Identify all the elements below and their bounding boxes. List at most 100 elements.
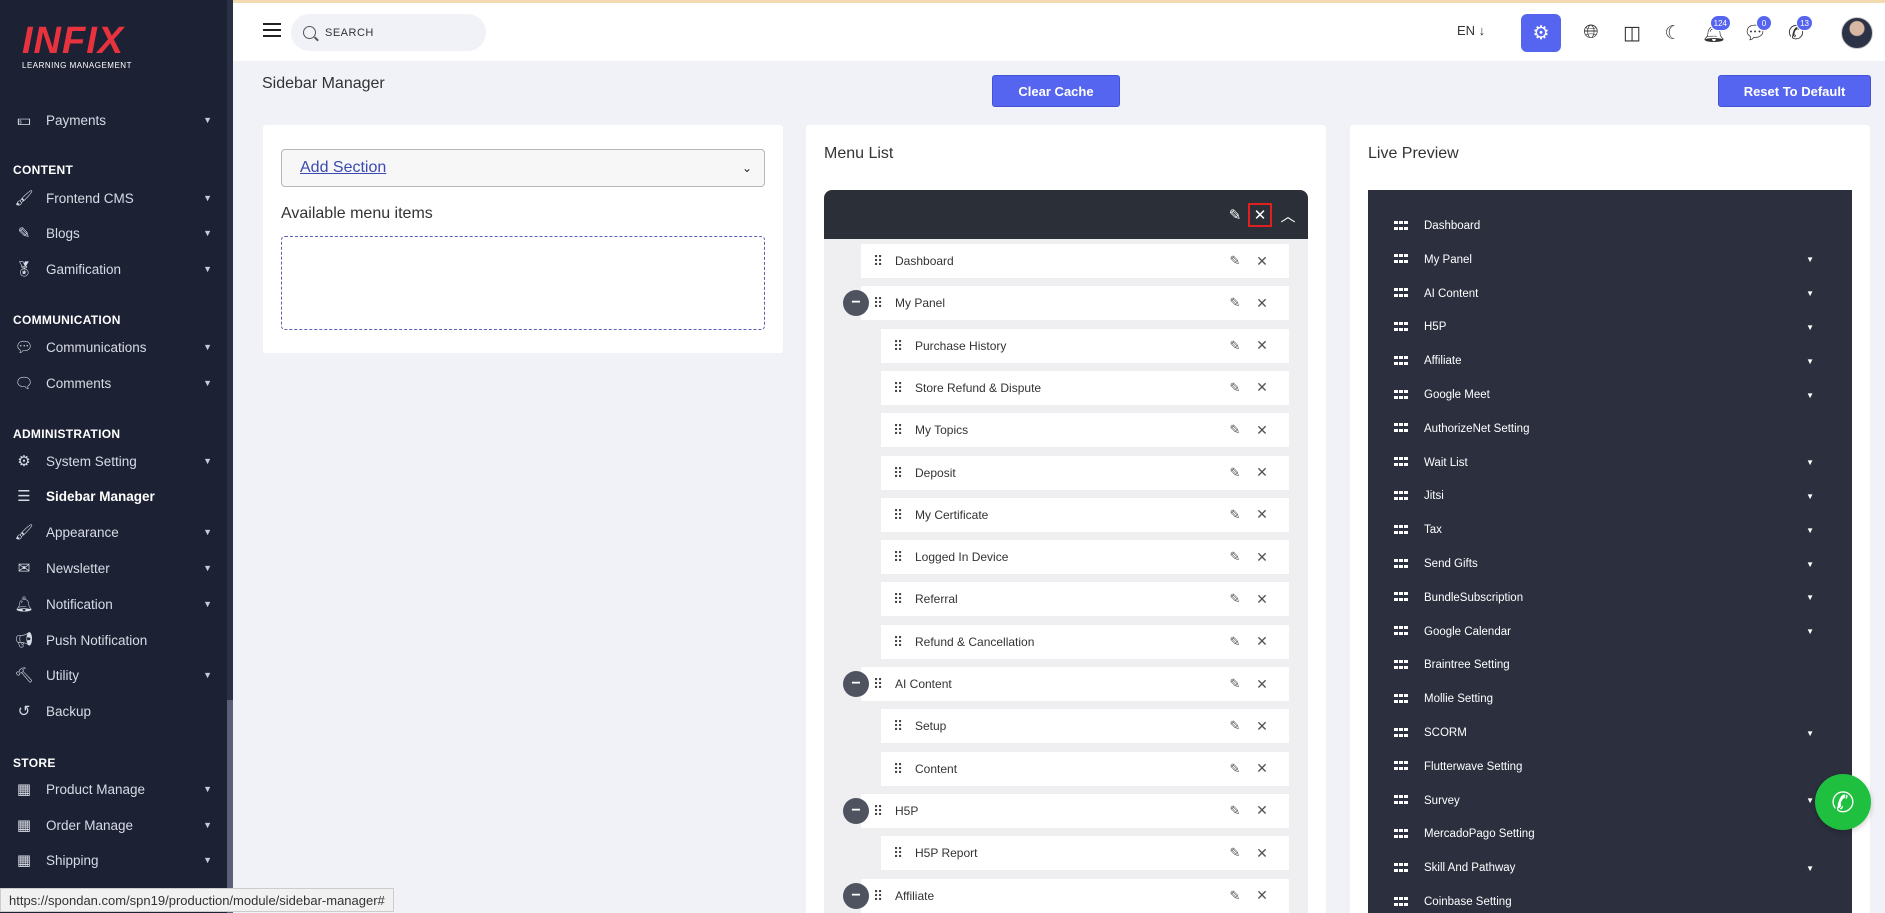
edit-icon[interactable]: ✎ (1225, 422, 1245, 438)
preview-menu-item[interactable]: Survey ▼ (1368, 787, 1852, 815)
menu-list-row[interactable]: ⠿ My Topics ✎ ✕ (880, 412, 1290, 449)
delete-icon[interactable]: ✕ (1253, 887, 1271, 904)
preview-menu-item[interactable]: BundleSubscription ▼ (1368, 584, 1852, 612)
layout-icon[interactable]: ◫ (1612, 14, 1652, 52)
available-menu-dropzone[interactable] (281, 236, 765, 330)
menu-list-row[interactable]: ⠿ AI Content ✎ ✕ (860, 666, 1290, 702)
drag-handle-icon[interactable]: ⠿ (893, 339, 905, 353)
clear-cache-button[interactable]: Clear Cache (992, 75, 1120, 107)
sidebar-item[interactable]: 🔔︎ Notification ▼ (0, 588, 227, 620)
whatsapp-chat-button[interactable]: ✆ (1815, 774, 1871, 830)
preview-menu-item[interactable]: Coinbase Setting (1368, 888, 1852, 913)
reset-default-button[interactable]: Reset To Default (1718, 75, 1871, 107)
preview-menu-item[interactable]: H5P ▼ (1368, 313, 1852, 341)
menu-list-row[interactable]: ⠿ Deposit ✎ ✕ (880, 454, 1290, 491)
drag-handle-icon[interactable]: ⠿ (873, 889, 885, 903)
drag-handle-icon[interactable]: ⠿ (893, 550, 905, 564)
edit-icon[interactable]: ✎ (1225, 888, 1245, 904)
preview-menu-item[interactable]: AuthorizeNet Setting (1368, 415, 1852, 443)
edit-icon[interactable]: ✎ (1225, 676, 1245, 692)
delete-icon[interactable]: ✕ (1253, 422, 1271, 439)
caret-down-icon[interactable]: ▼ (203, 193, 212, 203)
caret-down-icon[interactable]: ▼ (1806, 864, 1814, 873)
caret-down-icon[interactable]: ▼ (1806, 729, 1814, 738)
menu-list-row[interactable]: ⠿ Content ✎ ✕ (880, 750, 1290, 787)
preview-menu-item[interactable]: Dashboard (1368, 212, 1852, 240)
caret-down-icon[interactable]: ▼ (1806, 627, 1814, 636)
sidebar-item[interactable]: 💵︎ Payments ▼ (0, 104, 227, 136)
drag-handle-icon[interactable]: ⠿ (893, 381, 905, 395)
drag-handle-icon[interactable]: ⠿ (893, 466, 905, 480)
caret-down-icon[interactable]: ▼ (203, 599, 212, 609)
preview-menu-item[interactable]: MercadoPago Setting (1368, 820, 1852, 848)
preview-menu-item[interactable]: My Panel ▼ (1368, 246, 1852, 274)
sidebar-item[interactable]: 🗨︎ Comments ▼ (0, 367, 227, 399)
edit-icon[interactable]: ✎ (1225, 253, 1245, 269)
sidebar-scrollbar[interactable] (227, 0, 233, 913)
add-section-select[interactable]: Add Section ⌄ (281, 149, 765, 187)
preview-menu-item[interactable]: Wait List ▼ (1368, 449, 1852, 477)
menu-list-row[interactable]: ⠿ H5P Report ✎ ✕ (880, 835, 1290, 872)
delete-icon[interactable]: ✕ (1253, 676, 1271, 693)
sidebar-scroll-thumb[interactable] (227, 700, 233, 913)
drag-handle-icon[interactable]: ⠿ (873, 804, 885, 818)
preview-menu-item[interactable]: Flutterwave Setting (1368, 753, 1852, 781)
caret-down-icon[interactable]: ▼ (203, 670, 212, 680)
sidebar-item[interactable]: 🏅︎ Gamification ▼ (0, 253, 227, 285)
edit-icon[interactable]: ✎ (1225, 591, 1245, 607)
delete-icon[interactable]: ✕ (1253, 295, 1271, 312)
menu-list-row[interactable]: ⠿ H5P ✎ ✕ (860, 792, 1290, 829)
caret-down-icon[interactable]: ▼ (203, 378, 212, 388)
sidebar-item[interactable]: 💬︎ Communications ▼ (0, 331, 227, 363)
drag-handle-icon[interactable]: ⠿ (873, 254, 885, 268)
caret-down-icon[interactable]: ▼ (203, 456, 212, 466)
sidebar-item[interactable]: ✉ Newsletter ▼ (0, 552, 227, 584)
caret-down-icon[interactable]: ▼ (1806, 526, 1814, 535)
settings-gear-icon[interactable]: ⚙ (1521, 14, 1561, 52)
delete-icon[interactable]: ✕ (1253, 337, 1271, 354)
sidebar-item[interactable]: ⚙ System Setting ▼ (0, 445, 227, 477)
globe-icon[interactable]: 🌐︎ (1571, 14, 1611, 52)
delete-icon[interactable]: ✕ (1253, 718, 1271, 735)
search-box[interactable] (291, 14, 486, 51)
edit-icon[interactable]: ✎ (1225, 718, 1245, 734)
message-icon[interactable]: 💬︎ 0 (1735, 14, 1775, 52)
avatar[interactable] (1841, 17, 1873, 49)
edit-icon[interactable]: ✎ (1225, 803, 1245, 819)
caret-down-icon[interactable]: ▼ (203, 855, 212, 865)
sidebar-item[interactable]: ▦ Product Manage ▼ (0, 773, 227, 805)
edit-icon[interactable]: ✎ (1225, 295, 1245, 311)
logo[interactable]: INFIX LEARNING MANAGEMENT (22, 22, 132, 70)
caret-down-icon[interactable]: ▼ (1806, 391, 1814, 400)
caret-down-icon[interactable]: ▼ (203, 342, 212, 352)
preview-menu-item[interactable]: Google Calendar ▼ (1368, 618, 1852, 646)
caret-down-icon[interactable]: ▼ (1806, 289, 1814, 298)
sidebar-item[interactable]: ▦ Shipping ▼ (0, 844, 227, 876)
delete-icon[interactable]: ✕ (1253, 760, 1271, 777)
caret-down-icon[interactable]: ▼ (1806, 492, 1814, 501)
menu-list-row[interactable]: ⠿ Affiliate ✎ ✕ (860, 877, 1290, 913)
edit-icon[interactable]: ✎ (1225, 634, 1245, 650)
sidebar-item[interactable]: 🖌︎ Frontend CMS ▼ (0, 182, 227, 214)
caret-down-icon[interactable]: ▼ (203, 228, 212, 238)
collapse-toggle-icon[interactable]: − (843, 671, 869, 697)
edit-icon[interactable]: ✎ (1223, 203, 1247, 227)
close-icon[interactable]: ✕ (1248, 203, 1272, 227)
drag-handle-icon[interactable]: ⠿ (893, 846, 905, 860)
menu-list-row[interactable]: ⠿ Dashboard ✎ ✕ (860, 243, 1290, 279)
sidebar-item[interactable]: 🖌︎ Appearance ▼ (0, 516, 227, 548)
drag-handle-icon[interactable]: ⠿ (893, 423, 905, 437)
whatsapp-header-icon[interactable]: ✆ 13 (1776, 14, 1816, 52)
delete-icon[interactable]: ✕ (1253, 802, 1271, 819)
edit-icon[interactable]: ✎ (1225, 845, 1245, 861)
caret-down-icon[interactable]: ▼ (203, 527, 212, 537)
preview-menu-item[interactable]: SCORM ▼ (1368, 719, 1852, 747)
drag-handle-icon[interactable]: ⠿ (893, 762, 905, 776)
preview-menu-item[interactable]: Google Meet ▼ (1368, 381, 1852, 409)
edit-icon[interactable]: ✎ (1225, 549, 1245, 565)
language-selector[interactable]: EN ↓ (1457, 23, 1485, 38)
delete-icon[interactable]: ✕ (1253, 379, 1271, 396)
delete-icon[interactable]: ✕ (1253, 464, 1271, 481)
hamburger-icon[interactable] (263, 23, 281, 41)
delete-icon[interactable]: ✕ (1253, 506, 1271, 523)
